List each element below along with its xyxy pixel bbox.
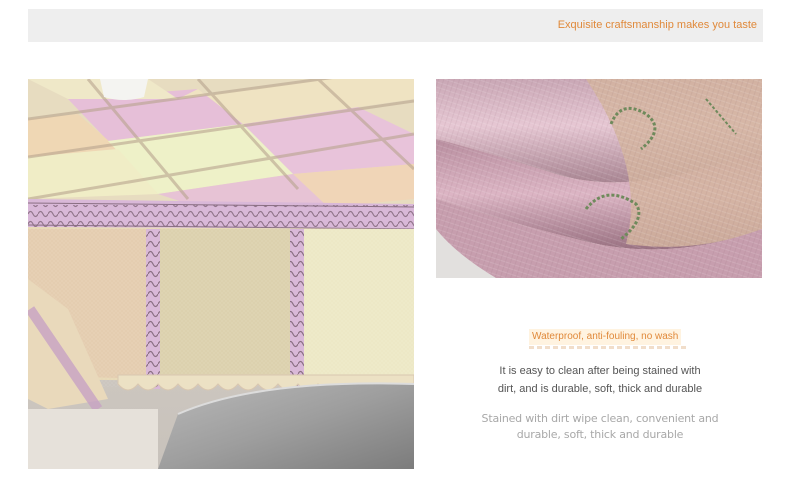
feature-description: It is easy to clean after being stained … [470, 362, 730, 398]
rolled-fabric-photo [436, 79, 762, 278]
note-line: durable, soft, thick and durable [516, 428, 684, 441]
feature-note: Stained with dirt wipe clean, convenient… [470, 411, 730, 443]
tablecloth-illustration [28, 79, 414, 469]
title-decoration [529, 346, 689, 349]
top-banner: Exquisite craftsmanship makes you taste [28, 9, 763, 42]
feature-title-badge: Waterproof, anti-fouling, no wash [529, 329, 682, 345]
tablecloth-photo [28, 79, 414, 469]
banner-tagline: Exquisite craftsmanship makes you taste [557, 19, 757, 31]
note-line: Stained with dirt wipe clean, convenient… [481, 412, 719, 425]
rolled-fabric-illustration [436, 79, 762, 278]
description-line: dirt, and is durable, soft, thick and du… [497, 383, 703, 395]
description-line: It is easy to clean after being stained … [499, 365, 701, 377]
